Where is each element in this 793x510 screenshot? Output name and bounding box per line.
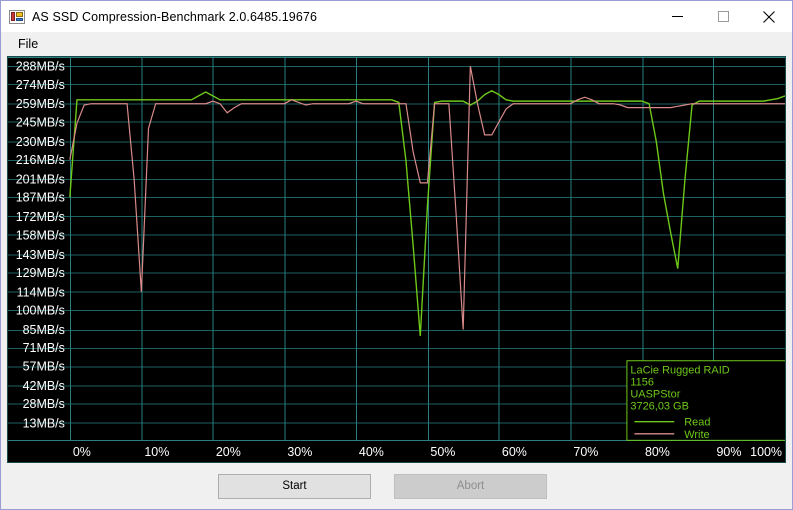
y-tick-label: 216MB/s <box>16 153 65 167</box>
maximize-icon[interactable] <box>700 1 746 32</box>
y-tick-label: 143MB/s <box>16 248 65 262</box>
y-tick-label: 274MB/s <box>16 78 65 92</box>
x-tick-label: 50% <box>430 445 455 459</box>
x-tick-label: 60% <box>502 445 527 459</box>
y-tick-label: 129MB/s <box>16 266 65 280</box>
y-tick-label: 13MB/s <box>23 416 65 430</box>
legend-entry-write: Write <box>684 429 709 441</box>
y-tick-label: 28MB/s <box>23 397 65 411</box>
legend-device-line: 3726,03 GB <box>630 401 689 413</box>
x-tick-label: 10% <box>144 445 169 459</box>
legend-device-line: LaCie Rugged RAID <box>630 364 729 376</box>
y-tick-label: 114MB/s <box>17 285 65 299</box>
app-window: AS SSD Compression-Benchmark 2.0.6485.19… <box>0 0 793 510</box>
y-tick-label: 100MB/s <box>16 304 65 318</box>
y-tick-label: 85MB/s <box>23 323 65 337</box>
y-tick-label: 201MB/s <box>16 172 65 186</box>
action-bar: Start Abort <box>1 463 792 509</box>
x-tick-label: 20% <box>216 445 241 459</box>
y-tick-label: 172MB/s <box>16 210 65 224</box>
y-tick-label: 71MB/s <box>23 341 65 355</box>
menu-bar: File <box>1 32 792 56</box>
close-icon[interactable] <box>746 1 792 32</box>
x-tick-label: 100% <box>750 445 782 459</box>
chart-canvas: 288MB/s 274MB/s 259MB/s 245MB/s 230MB/s 216MB… <box>8 57 785 462</box>
minimize-icon[interactable] <box>654 1 700 32</box>
legend-device-line: UASPStor <box>630 388 680 400</box>
x-tick-label: 90% <box>716 445 741 459</box>
benchmark-chart: 288MB/s 274MB/s 259MB/s 245MB/s 230MB/s 216MB… <box>7 56 786 463</box>
y-tick-label: 245MB/s <box>16 115 65 129</box>
abort-button[interactable]: Abort <box>394 473 547 499</box>
title-bar: AS SSD Compression-Benchmark 2.0.6485.19… <box>1 1 792 32</box>
y-tick-label: 42MB/s <box>23 379 65 393</box>
menu-item-file[interactable]: File <box>9 34 47 54</box>
x-tick-label: 80% <box>645 445 670 459</box>
x-tick-label: 70% <box>573 445 598 459</box>
as-ssd-icon <box>9 9 25 25</box>
legend-entry-read: Read <box>684 417 710 429</box>
x-tick-label: 30% <box>287 445 312 459</box>
y-tick-label: 288MB/s <box>16 60 65 74</box>
start-button[interactable]: Start <box>218 473 371 499</box>
y-tick-label: 158MB/s <box>16 228 65 242</box>
y-tick-label: 230MB/s <box>16 135 65 149</box>
y-tick-label: 187MB/s <box>16 191 65 205</box>
window-title: AS SSD Compression-Benchmark 2.0.6485.19… <box>32 9 318 24</box>
y-tick-label: 259MB/s <box>16 97 65 111</box>
y-tick-label: 57MB/s <box>23 359 65 373</box>
legend-device-line: 1156 <box>630 376 654 388</box>
chart-legend: LaCie Rugged RAID1156UASPStor3726,03 GB R… <box>626 360 785 441</box>
x-tick-label: 0% <box>73 445 91 459</box>
window-controls <box>654 1 792 32</box>
x-tick-label: 40% <box>359 445 384 459</box>
